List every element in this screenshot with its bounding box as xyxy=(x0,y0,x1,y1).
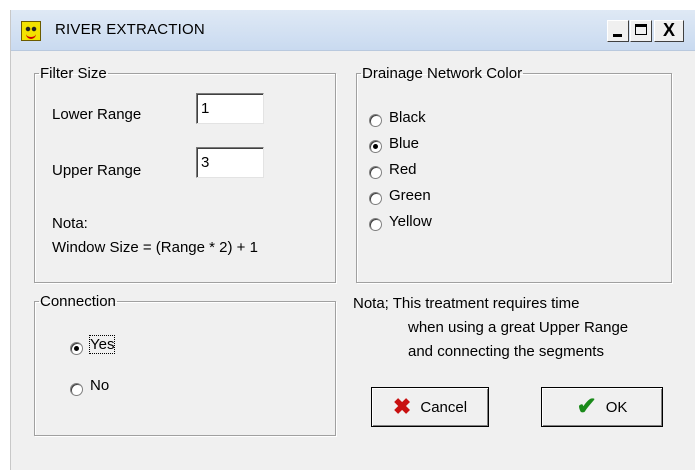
minimize-button[interactable] xyxy=(607,20,629,42)
window-title: RIVER EXTRACTION xyxy=(55,21,205,38)
cancel-button[interactable]: ✖ Cancel xyxy=(371,387,489,427)
lower-range-input[interactable] xyxy=(196,93,264,124)
radio-yes[interactable] xyxy=(70,342,83,355)
filter-note-title: Nota: xyxy=(52,215,88,232)
title-bar[interactable]: RIVER EXTRACTION X xyxy=(11,10,695,51)
radio-black[interactable] xyxy=(369,114,382,127)
radio-blue-label[interactable]: Blue xyxy=(389,135,419,152)
radio-black-label[interactable]: Black xyxy=(389,109,426,126)
river-extraction-dialog: RIVER EXTRACTION X Filter Size Lower Ran… xyxy=(10,10,695,470)
radio-yellow-label[interactable]: Yellow xyxy=(389,213,432,230)
radio-blue[interactable] xyxy=(369,140,382,153)
radio-yellow[interactable] xyxy=(369,218,382,231)
radio-red-label[interactable]: Red xyxy=(389,161,417,178)
ok-label: OK xyxy=(605,398,628,416)
lower-range-label: Lower Range xyxy=(52,106,142,123)
radio-no-label[interactable]: No xyxy=(90,377,109,394)
connection-legend: Connection xyxy=(40,293,116,310)
treatment-note-line1: Nota; This treatment requires time xyxy=(353,295,580,312)
upper-range-label: Upper Range xyxy=(52,162,142,179)
connection-group: Connection xyxy=(34,293,336,436)
app-face-icon xyxy=(21,21,41,41)
radio-green[interactable] xyxy=(369,192,382,205)
filter-note-text: Window Size = (Range * 2) + 1 xyxy=(52,239,258,256)
upper-range-input[interactable] xyxy=(196,147,264,178)
treatment-note-line2: when using a great Upper Range xyxy=(408,319,629,336)
drainage-color-legend: Drainage Network Color xyxy=(362,65,523,82)
filter-size-legend: Filter Size xyxy=(40,65,107,82)
red-x-icon: ✖ xyxy=(392,394,412,419)
radio-yes-label[interactable]: Yes xyxy=(88,335,116,354)
cancel-label: Cancel xyxy=(420,398,468,416)
radio-green-label[interactable]: Green xyxy=(389,187,431,204)
close-button[interactable]: X xyxy=(654,20,684,42)
treatment-note-line3: and connecting the segments xyxy=(408,343,604,360)
ok-button[interactable]: ✔ OK xyxy=(541,387,663,427)
maximize-button[interactable] xyxy=(630,20,652,42)
radio-red[interactable] xyxy=(369,166,382,179)
green-check-icon: ✔ xyxy=(576,393,597,420)
radio-no[interactable] xyxy=(70,383,83,396)
